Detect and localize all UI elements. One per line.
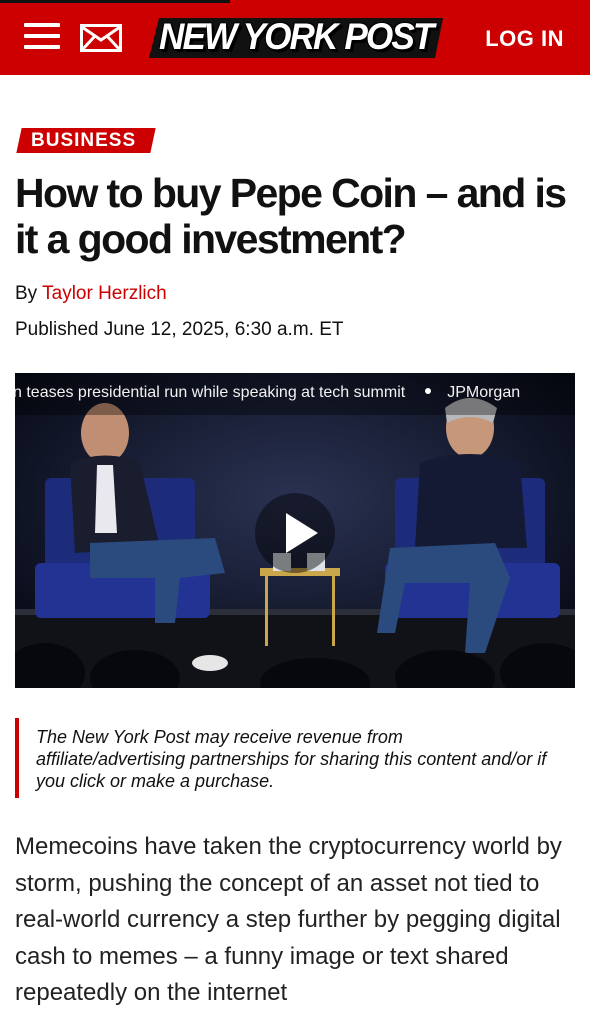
byline: By Taylor Herzlich bbox=[15, 283, 167, 305]
news-ticker: n teases presidential run while speaking… bbox=[15, 373, 575, 415]
published-date: Published June 12, 2025, 6:30 a.m. ET bbox=[15, 319, 344, 340]
play-icon bbox=[286, 513, 318, 553]
header-top-accent bbox=[0, 0, 230, 3]
article-body-paragraph: Memecoins have taken the cryptocurrency … bbox=[15, 833, 562, 1006]
author-link[interactable]: Taylor Herzlich bbox=[42, 283, 167, 304]
hamburger-menu-icon[interactable] bbox=[24, 21, 60, 51]
section-tag-label: BUSINESS bbox=[31, 130, 137, 151]
site-header: NEW YORK POST LOG IN bbox=[0, 0, 590, 75]
disclaimer-text: The New York Post may receive revenue fr… bbox=[36, 727, 547, 791]
ticker-separator-dot bbox=[425, 388, 432, 395]
login-button[interactable]: LOG IN bbox=[485, 26, 564, 52]
article-headline: How to buy Pepe Coin – and is it a good … bbox=[15, 170, 567, 262]
play-button[interactable] bbox=[255, 493, 335, 573]
ticker-headline-2: JPMorgan bbox=[447, 384, 521, 401]
section-tag-business[interactable]: BUSINESS bbox=[16, 128, 156, 153]
logo-text: NEW YORK POST bbox=[159, 16, 434, 57]
video-player[interactable]: n teases presidential run while speaking… bbox=[15, 373, 575, 688]
ticker-text: n teases presidential run while speaking… bbox=[15, 384, 520, 402]
site-logo[interactable]: NEW YORK POST bbox=[145, 12, 445, 62]
ticker-headline-1: n teases presidential run while speaking… bbox=[15, 384, 406, 401]
envelope-icon[interactable] bbox=[80, 24, 122, 52]
affiliate-disclaimer: The New York Post may receive revenue fr… bbox=[15, 718, 574, 798]
byline-prefix: By bbox=[15, 283, 38, 304]
